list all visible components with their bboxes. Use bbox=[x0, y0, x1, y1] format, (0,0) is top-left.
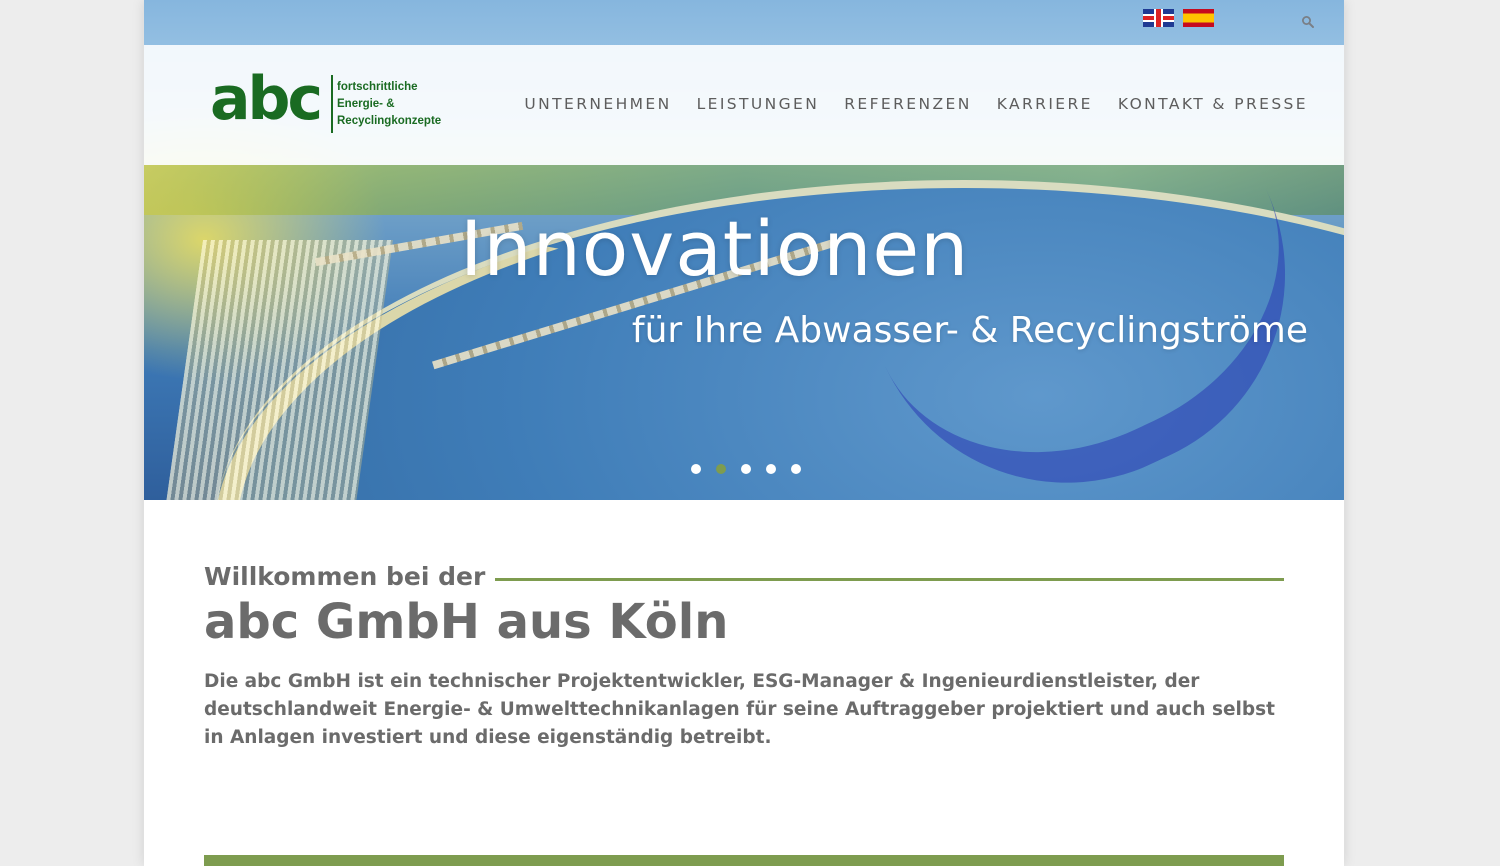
hero-title: Innovationen bbox=[460, 204, 970, 293]
nav-item-karriere[interactable]: KARRIERE bbox=[997, 95, 1093, 113]
logo-divider bbox=[331, 75, 333, 133]
main-nav: UNTERNEHMEN LEISTUNGEN REFERENZEN KARRIE… bbox=[524, 95, 1308, 113]
company-heading: abc GmbH aus Köln bbox=[204, 594, 729, 650]
logo[interactable]: abc fortschrittliche Energie- & Recyclin… bbox=[210, 64, 450, 137]
hero-subtitle: für Ihre Abwasser- & Recyclingströme bbox=[631, 310, 1308, 351]
logo-tagline-line: Energie- & bbox=[337, 98, 395, 110]
heading-divider bbox=[473, 578, 1284, 581]
section-divider-bar bbox=[204, 855, 1284, 866]
slider-dots bbox=[691, 464, 801, 474]
site-header: abc fortschrittliche Energie- & Recyclin… bbox=[144, 45, 1344, 165]
slider-dot-5[interactable] bbox=[791, 464, 801, 474]
flag-uk-icon[interactable] bbox=[1143, 9, 1174, 27]
search-icon[interactable] bbox=[1301, 15, 1315, 29]
flag-es-icon[interactable] bbox=[1183, 9, 1214, 27]
nav-item-referenzen[interactable]: REFERENZEN bbox=[844, 95, 971, 113]
logo-mark: abc bbox=[210, 64, 323, 134]
logo-tagline-line: Recyclingkonzepte bbox=[337, 115, 442, 127]
slider-dot-2[interactable] bbox=[716, 464, 726, 474]
logo-tagline-line: fortschrittliche bbox=[337, 81, 418, 93]
hero-background-weir bbox=[165, 240, 393, 500]
slider-dot-3[interactable] bbox=[741, 464, 751, 474]
top-bar bbox=[144, 0, 1344, 45]
intro-paragraph: Die abc GmbH ist ein technischer Projekt… bbox=[204, 671, 1275, 748]
nav-item-leistungen[interactable]: LEISTUNGEN bbox=[697, 95, 820, 113]
slider-dot-4[interactable] bbox=[766, 464, 776, 474]
nav-item-unternehmen[interactable]: UNTERNEHMEN bbox=[524, 95, 671, 113]
welcome-text: Willkommen bei der bbox=[204, 562, 496, 591]
page: Innovationen für Ihre Abwasser- & Recycl… bbox=[144, 0, 1344, 866]
welcome-heading: Willkommen bei der bbox=[204, 562, 1284, 592]
nav-item-kontakt-presse[interactable]: KONTAKT & PRESSE bbox=[1118, 95, 1308, 113]
logo-tagline: fortschrittliche Energie- & Recyclingkon… bbox=[337, 79, 457, 130]
slider-dot-1[interactable] bbox=[691, 464, 701, 474]
